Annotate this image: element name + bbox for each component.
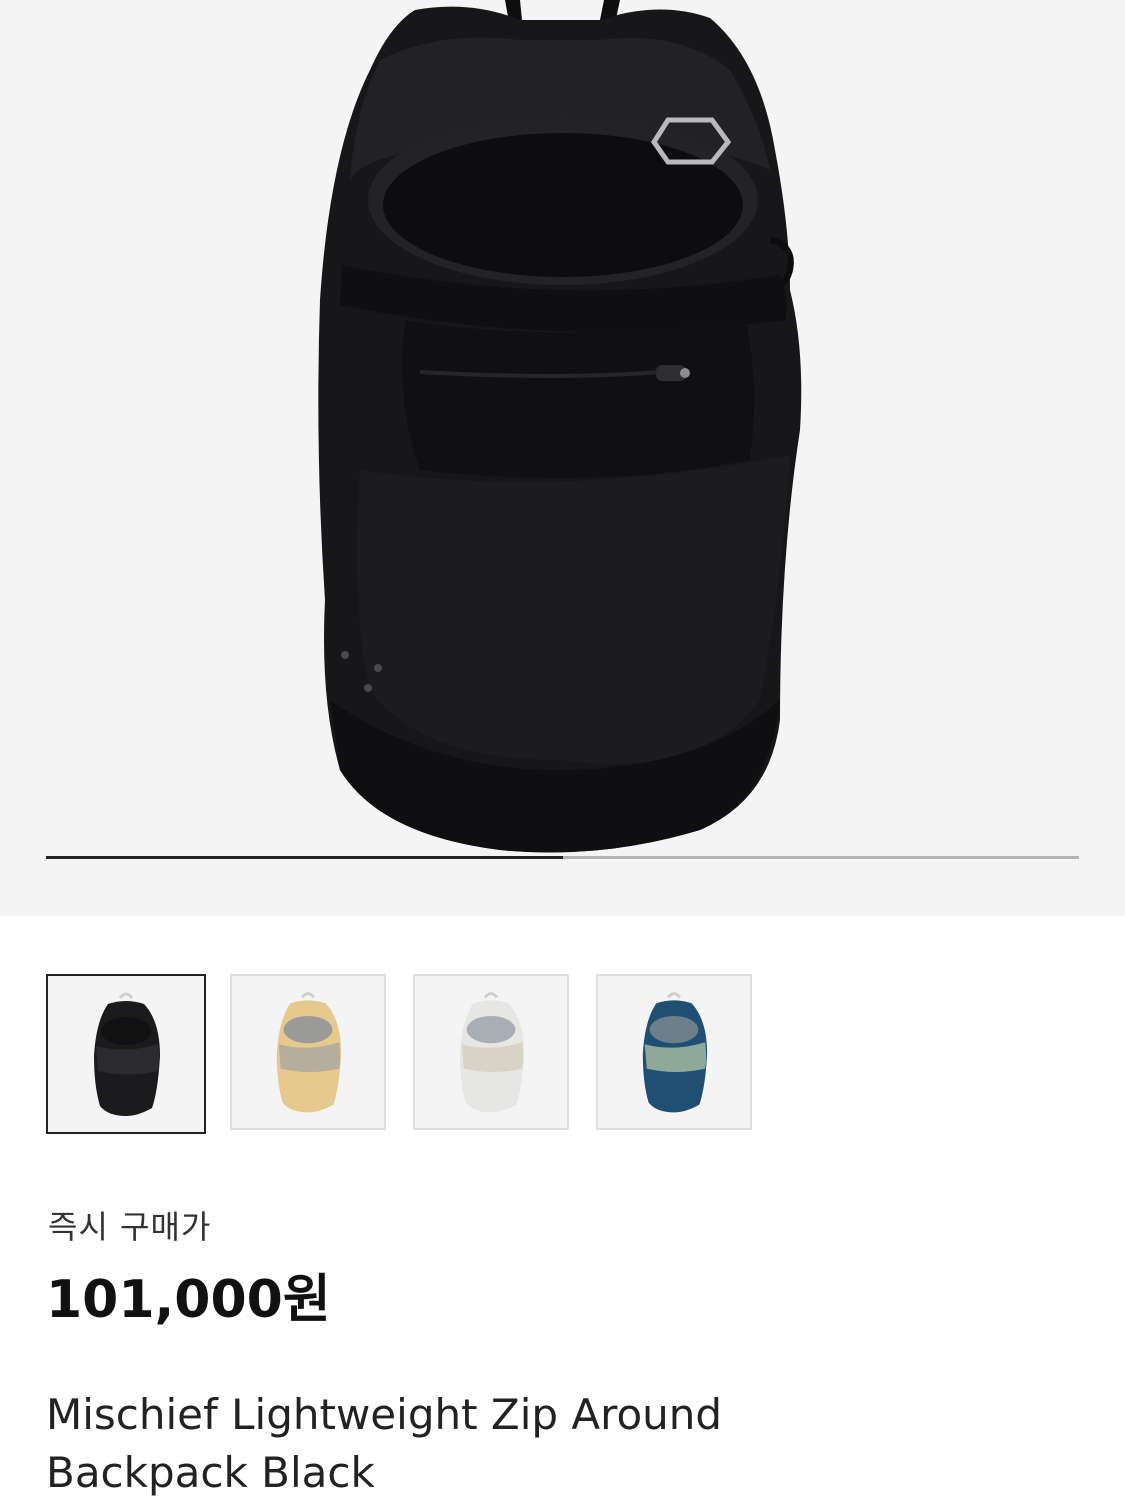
color-thumbnail-list [46, 974, 766, 1136]
thumbnail-beige[interactable] [230, 974, 386, 1130]
price-label: 즉시 구매가 [48, 1208, 212, 1246]
product-image-gallery[interactable] [0, 0, 1125, 916]
thumbnail-black[interactable] [46, 974, 206, 1134]
product-name-line2: Backpack Black [46, 1448, 375, 1497]
slide-progress-track [46, 856, 1079, 859]
backpack-main-image [318, 0, 802, 853]
backpack-beige-thumbnail [276, 992, 342, 1113]
product-name-line1: Mischief Lightweight Zip Around [46, 1390, 723, 1439]
product-name: Mischief Lightweight Zip Around Backpack… [46, 1386, 1046, 1502]
backpack-blue-thumbnail [642, 992, 708, 1113]
backpack-black-thumbnail [94, 992, 160, 1116]
thumbnail-white[interactable] [413, 974, 569, 1130]
slide-progress-fill [46, 856, 563, 859]
price-value: 101,000원 [46, 1270, 331, 1330]
thumbnail-blue[interactable] [596, 974, 752, 1130]
backpack-white-thumbnail [459, 992, 525, 1113]
